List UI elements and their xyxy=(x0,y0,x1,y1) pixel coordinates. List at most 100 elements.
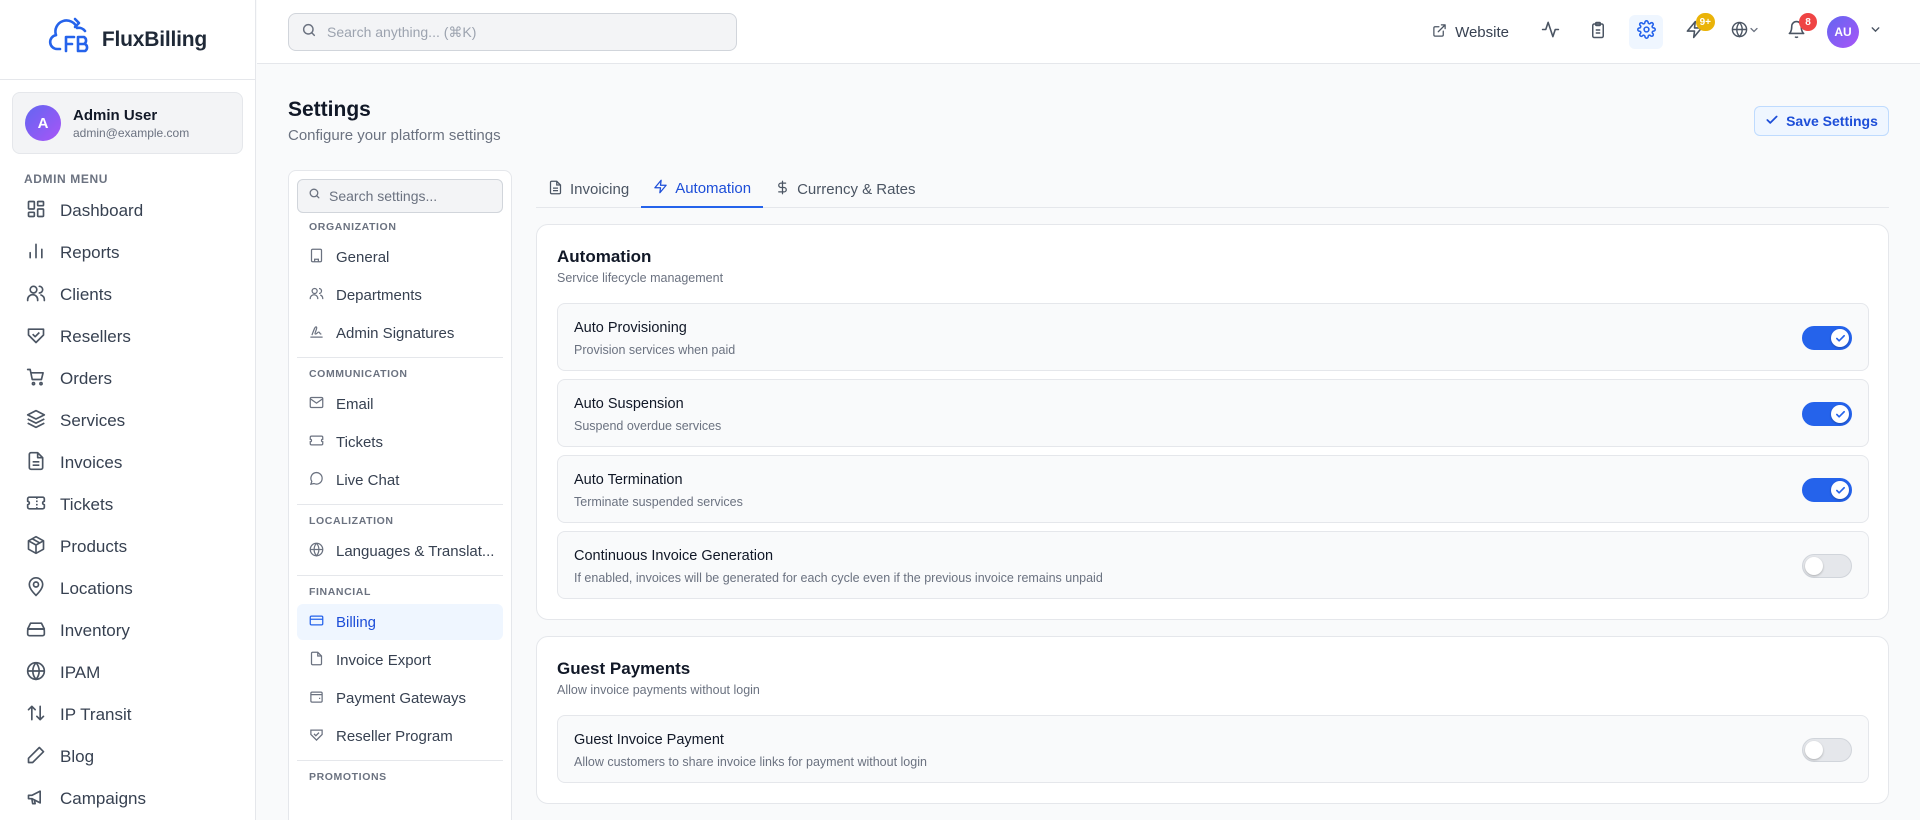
setting-row-guest-invoice-payment: Guest Invoice Payment Allow customers to… xyxy=(557,715,1869,783)
file-icon xyxy=(309,651,324,670)
sidebar-item-label: Clients xyxy=(60,285,112,304)
quick-actions-badge: 9+ xyxy=(1695,13,1715,31)
brand-name: FluxBilling xyxy=(101,27,208,51)
sidebar-item-locations[interactable]: Locations xyxy=(0,568,255,610)
sidebar-item-ip-transit[interactable]: IP Transit xyxy=(0,694,255,736)
sidebar-item-blog[interactable]: Blog xyxy=(0,736,255,778)
sidebar-item-label: Inventory xyxy=(60,621,130,640)
bar-chart-icon xyxy=(26,241,46,266)
users-icon xyxy=(309,286,324,305)
settings-search-input[interactable] xyxy=(329,188,489,204)
search-input[interactable] xyxy=(327,24,707,40)
website-link[interactable]: Website xyxy=(1432,23,1509,42)
setting-description: If enabled, invoices will be generated f… xyxy=(574,571,1103,585)
settings-item-invoice-export[interactable]: Invoice Export xyxy=(297,642,503,678)
sidebar-item-dashboard[interactable]: Dashboard xyxy=(0,190,255,232)
ticket-icon xyxy=(26,493,46,518)
auto-provisioning-toggle[interactable] xyxy=(1802,326,1852,350)
clipboard-button[interactable] xyxy=(1581,15,1615,49)
sidebar-item-products[interactable]: Products xyxy=(0,526,255,568)
sidebar-item-orders[interactable]: Orders xyxy=(0,358,255,400)
sidebar-item-ipam[interactable]: IPAM xyxy=(0,652,255,694)
dollar-icon xyxy=(775,180,790,199)
tab-automation[interactable]: Automation xyxy=(641,170,764,208)
save-settings-button[interactable]: Save Settings xyxy=(1754,106,1889,136)
setting-row-auto-provisioning: Auto Provisioning Provision services whe… xyxy=(557,303,1869,371)
sidebar-item-label: Tickets xyxy=(60,495,114,514)
sidebar-item-campaigns[interactable]: Campaigns xyxy=(0,778,255,820)
avatar: A xyxy=(25,105,61,141)
settings-item-billing[interactable]: Billing xyxy=(297,604,503,640)
notifications-button[interactable]: 8 xyxy=(1779,13,1817,49)
sidebar-item-label: Locations xyxy=(60,579,133,598)
globe-icon xyxy=(309,542,324,561)
quick-actions-button[interactable]: 9+ xyxy=(1677,13,1715,49)
user-email: admin@example.com xyxy=(73,125,190,140)
tab-label: Invoicing xyxy=(570,180,630,198)
user-menu[interactable]: AU xyxy=(1827,16,1882,48)
sidebar-item-label: Resellers xyxy=(60,327,131,346)
settings-item-reseller-program[interactable]: Reseller Program xyxy=(297,718,503,754)
global-search[interactable] xyxy=(288,13,737,51)
settings-button[interactable] xyxy=(1629,15,1663,49)
setting-row-auto-suspension: Auto Suspension Suspend overdue services xyxy=(557,379,1869,447)
settings-item-live-chat[interactable]: Live Chat xyxy=(297,462,503,498)
auto-termination-toggle[interactable] xyxy=(1802,478,1852,502)
settings-group-label: COMMUNICATION xyxy=(309,368,408,380)
settings-item-tickets[interactable]: Tickets xyxy=(297,424,503,460)
settings-group-label: LOCALIZATION xyxy=(309,515,394,527)
page-subtitle: Configure your platform settings xyxy=(288,127,501,144)
sidebar-item-clients[interactable]: Clients xyxy=(0,274,255,316)
settings-item-email[interactable]: Email xyxy=(297,386,503,422)
sidebar-item-services[interactable]: Services xyxy=(0,400,255,442)
setting-title: Auto Suspension xyxy=(574,396,684,412)
automation-card: Automation Service lifecycle management … xyxy=(536,224,1889,620)
map-pin-icon xyxy=(26,576,46,602)
sidebar-item-tickets[interactable]: Tickets xyxy=(0,484,255,526)
chat-bubble-icon xyxy=(309,471,324,490)
continuous-invoice-toggle[interactable] xyxy=(1802,554,1852,578)
settings-item-label: Billing xyxy=(336,613,377,631)
brand[interactable]: FluxBilling xyxy=(0,0,255,80)
sidebar-item-label: IP Transit xyxy=(60,705,132,724)
toggle-knob xyxy=(1831,481,1849,499)
settings-item-languages[interactable]: Languages & Translat... xyxy=(297,533,503,569)
pen-icon xyxy=(26,745,46,770)
section-subtitle: Allow invoice payments without login xyxy=(557,683,760,697)
divider xyxy=(297,760,503,761)
settings-item-general[interactable]: General xyxy=(297,239,503,275)
toggle-knob xyxy=(1831,405,1849,423)
sidebar-item-label: IPAM xyxy=(60,663,101,682)
settings-item-departments[interactable]: Departments xyxy=(297,277,503,313)
sidebar-item-reports[interactable]: Reports xyxy=(0,232,255,274)
hard-drive-icon xyxy=(26,619,46,644)
dashboard-icon xyxy=(26,199,46,224)
save-settings-label: Save Settings xyxy=(1786,113,1878,129)
settings-item-admin-signatures[interactable]: Admin Signatures xyxy=(297,315,503,351)
layers-icon xyxy=(26,409,46,434)
sidebar-item-resellers[interactable]: Resellers xyxy=(0,316,255,358)
sidebar-item-label: Orders xyxy=(60,369,112,388)
guest-payments-card: Guest Payments Allow invoice payments wi… xyxy=(536,636,1889,804)
settings-search[interactable] xyxy=(297,179,503,213)
tab-currency-rates[interactable]: Currency & Rates xyxy=(763,170,927,208)
settings-item-payment-gateways[interactable]: Payment Gateways xyxy=(297,680,503,716)
topbar: Website 9+ 8 AU xyxy=(257,0,1920,64)
activity-button[interactable] xyxy=(1533,15,1567,49)
sidebar-item-invoices[interactable]: Invoices xyxy=(0,442,255,484)
credit-card-icon xyxy=(309,613,324,632)
gear-icon xyxy=(1636,20,1656,44)
guest-invoice-payment-toggle[interactable] xyxy=(1802,738,1852,762)
setting-description: Terminate suspended services xyxy=(574,495,743,509)
users-icon xyxy=(26,283,46,308)
user-card[interactable]: A Admin User admin@example.com xyxy=(12,92,243,154)
tab-label: Currency & Rates xyxy=(797,180,916,198)
language-switcher[interactable] xyxy=(1725,15,1765,49)
page-title: Settings xyxy=(288,98,371,121)
auto-suspension-toggle[interactable] xyxy=(1802,402,1852,426)
settings-item-label: Languages & Translat... xyxy=(336,542,495,560)
tab-invoicing[interactable]: Invoicing xyxy=(536,170,641,208)
setting-row-continuous-invoice: Continuous Invoice Generation If enabled… xyxy=(557,531,1869,599)
sidebar-item-inventory[interactable]: Inventory xyxy=(0,610,255,652)
avatar: AU xyxy=(1827,16,1859,48)
